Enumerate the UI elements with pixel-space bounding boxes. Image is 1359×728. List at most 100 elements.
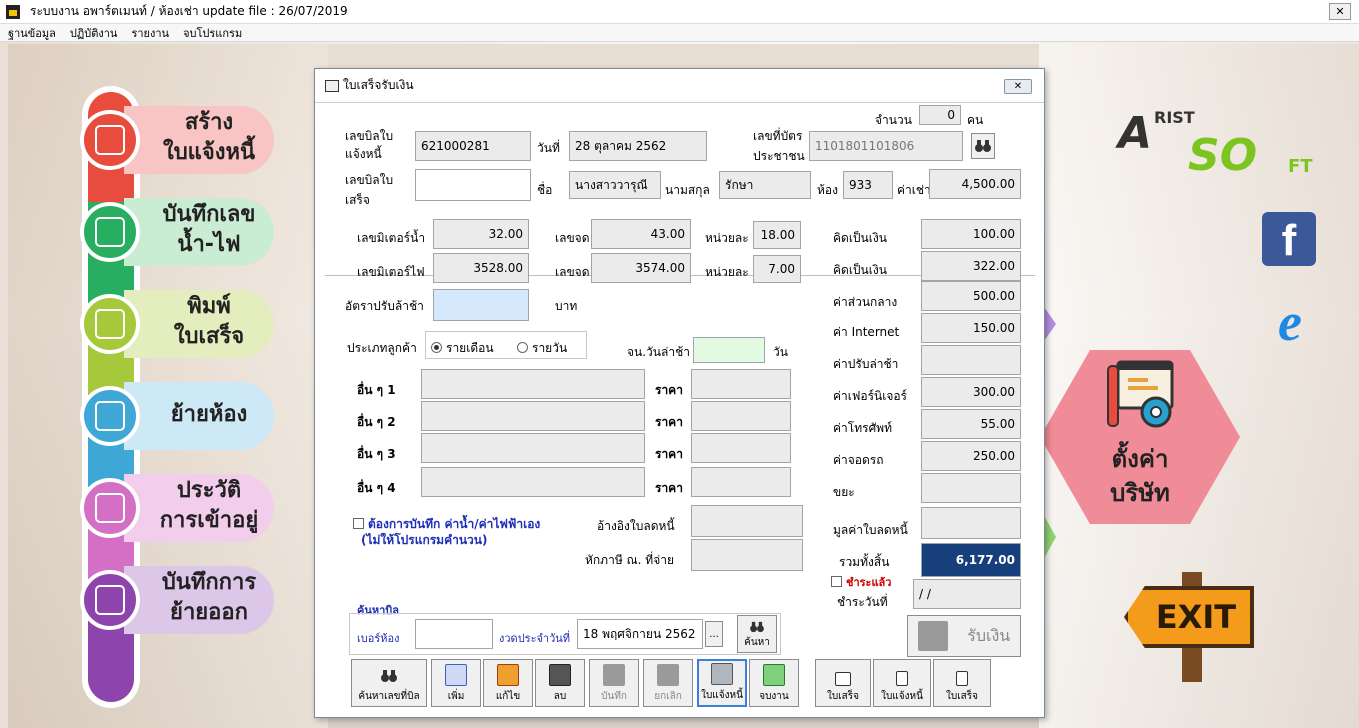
other-desc-1[interactable] [421,369,645,399]
elec-read-label: เลขจด [555,265,590,279]
edit-button[interactable]: แก้ไข [483,659,533,707]
first-name-field[interactable]: นางสาววารุณี [569,171,661,199]
dialog-close-button[interactable]: ✕ [1004,79,1032,94]
parking-fee-field[interactable]: 250.00 [921,441,1021,471]
left-menu-stay-history[interactable]: ประวัติ การเข้าอยู่ [80,470,280,546]
water-unit-field[interactable]: 18.00 [753,221,801,249]
room-label: ห้อง [817,183,838,197]
withholding-field[interactable] [691,539,803,571]
other-price-2[interactable] [691,401,791,431]
search-room-label: เบอร์ห้อง [357,632,400,645]
elec-meter-field[interactable]: 3528.00 [433,253,529,283]
elec-unit-field[interactable]: 7.00 [753,255,801,283]
date-field[interactable]: 28 ตุลาคม 2562 [569,131,707,161]
menu-reports[interactable]: รายงาน [131,24,169,42]
print-receipt-button[interactable]: ใบเสร็จ [815,659,871,707]
move-room-glyph-icon [95,401,125,431]
app-titlebar: ระบบงาน อพาร์ตเมนท์ / ห้องเช่า update fi… [0,0,1359,24]
add-button[interactable]: เพิ่ม [431,659,481,707]
window-close-button[interactable]: ✕ [1329,3,1351,20]
exit-job-button[interactable]: จบงาน [749,659,799,707]
save-button[interactable]: บันทึก [589,659,639,707]
count-field[interactable]: 0 [919,105,961,125]
menu-label: พิมพ์ ใบเสร็จ [146,292,272,352]
count-unit: คน [967,113,984,127]
invoice-button[interactable]: ใบแจ้งหนี้ [697,659,747,707]
receipt-no-label-2: เสร็จ [345,193,370,207]
cancel-button[interactable]: ยกเลิก [643,659,693,707]
other-desc-2[interactable] [421,401,645,431]
phone-fee-field[interactable]: 55.00 [921,409,1021,439]
menu-exit-program[interactable]: จบโปรแกรม [183,24,242,42]
ref-discount-label: อ้างอิงใบลดหนี้ [597,519,675,533]
discount-value-field[interactable] [921,507,1021,539]
rent-label: ค่าเช่า [897,183,931,197]
late-rate-label: อัตราปรับล้าช้า [345,299,424,313]
water-read-field[interactable]: 43.00 [591,219,691,249]
water-amount-field[interactable]: 100.00 [921,219,1021,249]
radio-monthly[interactable]: รายเดือน [431,339,494,358]
menu-database[interactable]: ฐานข้อมูล [8,24,56,42]
other-price-1[interactable] [691,369,791,399]
delete-button[interactable]: ลบ [535,659,585,707]
furniture-fee-field[interactable]: 300.00 [921,377,1021,407]
menu-label-line-1: ประวัติ [176,478,242,503]
manual-entry-box[interactable] [353,518,364,529]
receive-money-button[interactable]: รับเงิน [907,615,1021,657]
late-rate-input[interactable] [433,289,529,321]
late-days-input[interactable] [693,337,765,363]
menu-operations[interactable]: ปฏิบัติงาน [70,24,118,42]
facebook-icon[interactable]: f [1262,212,1316,266]
left-menu-print-receipt[interactable]: พิมพ์ ใบเสร็จ [80,286,280,362]
left-menu-record-moveout[interactable]: บันทึกการ ย้ายออก [80,562,280,638]
room-field[interactable]: 933 [843,171,893,199]
aristsoft-logo: A RIST SO FT [1118,108,1313,181]
internet-fee-field[interactable]: 150.00 [921,313,1021,343]
print-receipt-2-button[interactable]: ใบเสร็จ [933,659,991,707]
receipt-no-input[interactable] [415,169,531,201]
search-period-field[interactable]: 18 พฤศจิกายน 2562 [577,619,703,649]
total-field: 6,177.00 [921,543,1021,577]
other-price-3[interactable] [691,433,791,463]
exit-sign-button[interactable]: EXIT [1124,572,1258,682]
other-price-4[interactable] [691,467,791,497]
other-desc-4[interactable] [421,467,645,497]
last-name-field[interactable]: รักษา [719,171,811,199]
left-menu-move-room[interactable]: ย้ายห้อง [80,378,280,454]
radio-daily-dot[interactable] [517,342,528,353]
search-button[interactable]: ค้นหา [737,615,777,653]
left-menu-create-invoice[interactable]: สร้าง ใบแจ้งหนี้ [80,102,280,178]
paid-checkbox-box[interactable] [831,576,842,587]
invoice-no-field[interactable]: 621000281 [415,131,531,161]
total-label: รวมทั้งสิ้น [839,555,890,569]
id-card-field[interactable]: 1101801101806 [809,131,963,161]
water-meter-field[interactable]: 32.00 [433,219,529,249]
binoculars-icon [750,621,764,633]
elec-amount-field[interactable]: 322.00 [921,251,1021,281]
left-menu-record-meter[interactable]: บันทึกเลข น้ำ-ไฟ [80,194,280,270]
other-desc-3[interactable] [421,433,645,463]
common-fee-field[interactable]: 500.00 [921,281,1021,311]
ref-discount-field[interactable] [691,505,803,537]
document-icon [956,671,968,686]
menu-label: บันทึกการ ย้ายออก [146,568,272,628]
invoice-no-label-2: แจ้งหนี้ [345,147,382,161]
save-icon [603,664,625,686]
last-name-label: นามสกุล [665,183,710,197]
internet-explorer-icon[interactable]: e [1262,295,1318,352]
radio-daily[interactable]: รายวัน [517,339,567,358]
garbage-fee-field[interactable] [921,473,1021,503]
paid-checkbox[interactable]: ชำระแล้ว [831,573,891,591]
cancel-icon [657,664,679,686]
period-picker-button[interactable]: ... [705,621,723,647]
price-label-2: ราคา [655,415,683,429]
search-room-input[interactable] [415,619,493,649]
search-bill-no-button[interactable]: ค้นหาเลขที่บิล [351,659,427,707]
rent-field[interactable]: 4,500.00 [929,169,1021,199]
paid-date-field[interactable]: / / [913,579,1021,609]
radio-monthly-dot[interactable] [431,342,442,353]
late-fee-field[interactable] [921,345,1021,375]
elec-read-field[interactable]: 3574.00 [591,253,691,283]
print-invoice-button[interactable]: ใบแจ้งหนี้ [873,659,931,707]
id-card-search-button[interactable] [971,133,995,159]
